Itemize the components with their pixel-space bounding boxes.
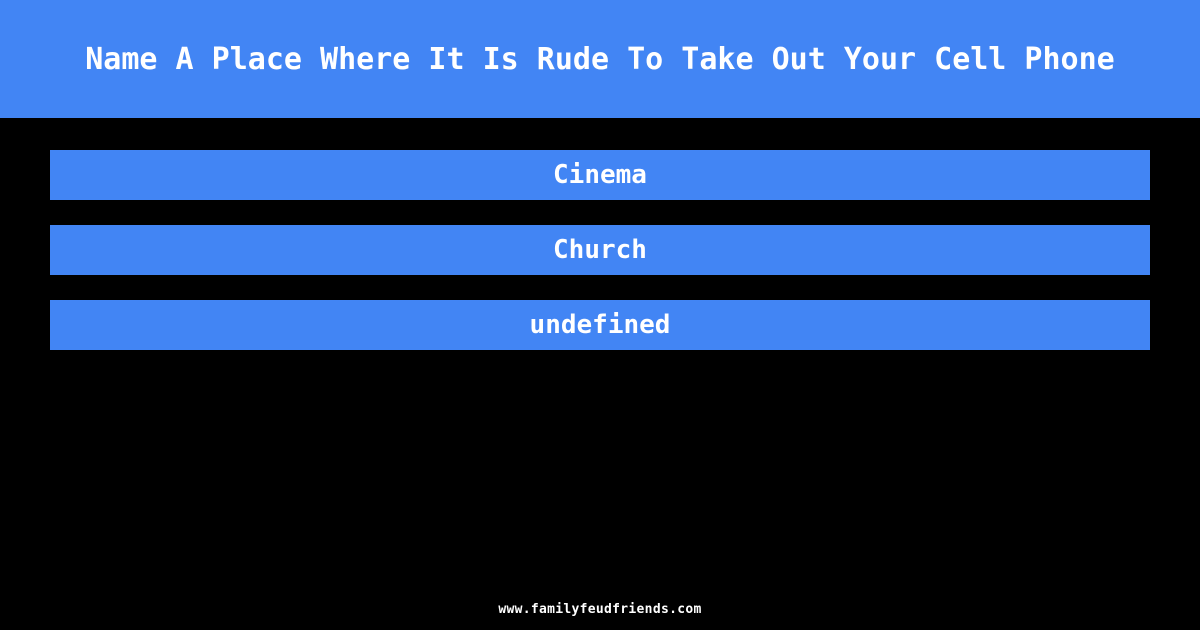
answer-label-2: Church: [553, 235, 647, 265]
site-url-label: www.familyfeudfriends.com: [498, 602, 702, 617]
footer: www.familyfeudfriends.com: [0, 598, 1200, 617]
question-banner: Name A Place Where It Is Rude To Take Ou…: [0, 0, 1200, 118]
family-feud-answer-card: Name A Place Where It Is Rude To Take Ou…: [0, 0, 1200, 630]
answer-row-2[interactable]: Church: [50, 225, 1150, 275]
answer-row-1[interactable]: Cinema: [50, 150, 1150, 200]
question-title: Name A Place Where It Is Rude To Take Ou…: [85, 41, 1115, 77]
answer-label-3: undefined: [529, 310, 671, 340]
answers-list: Cinema Church undefined: [50, 150, 1150, 350]
answer-row-3[interactable]: undefined: [50, 300, 1150, 350]
answer-label-1: Cinema: [553, 160, 647, 190]
